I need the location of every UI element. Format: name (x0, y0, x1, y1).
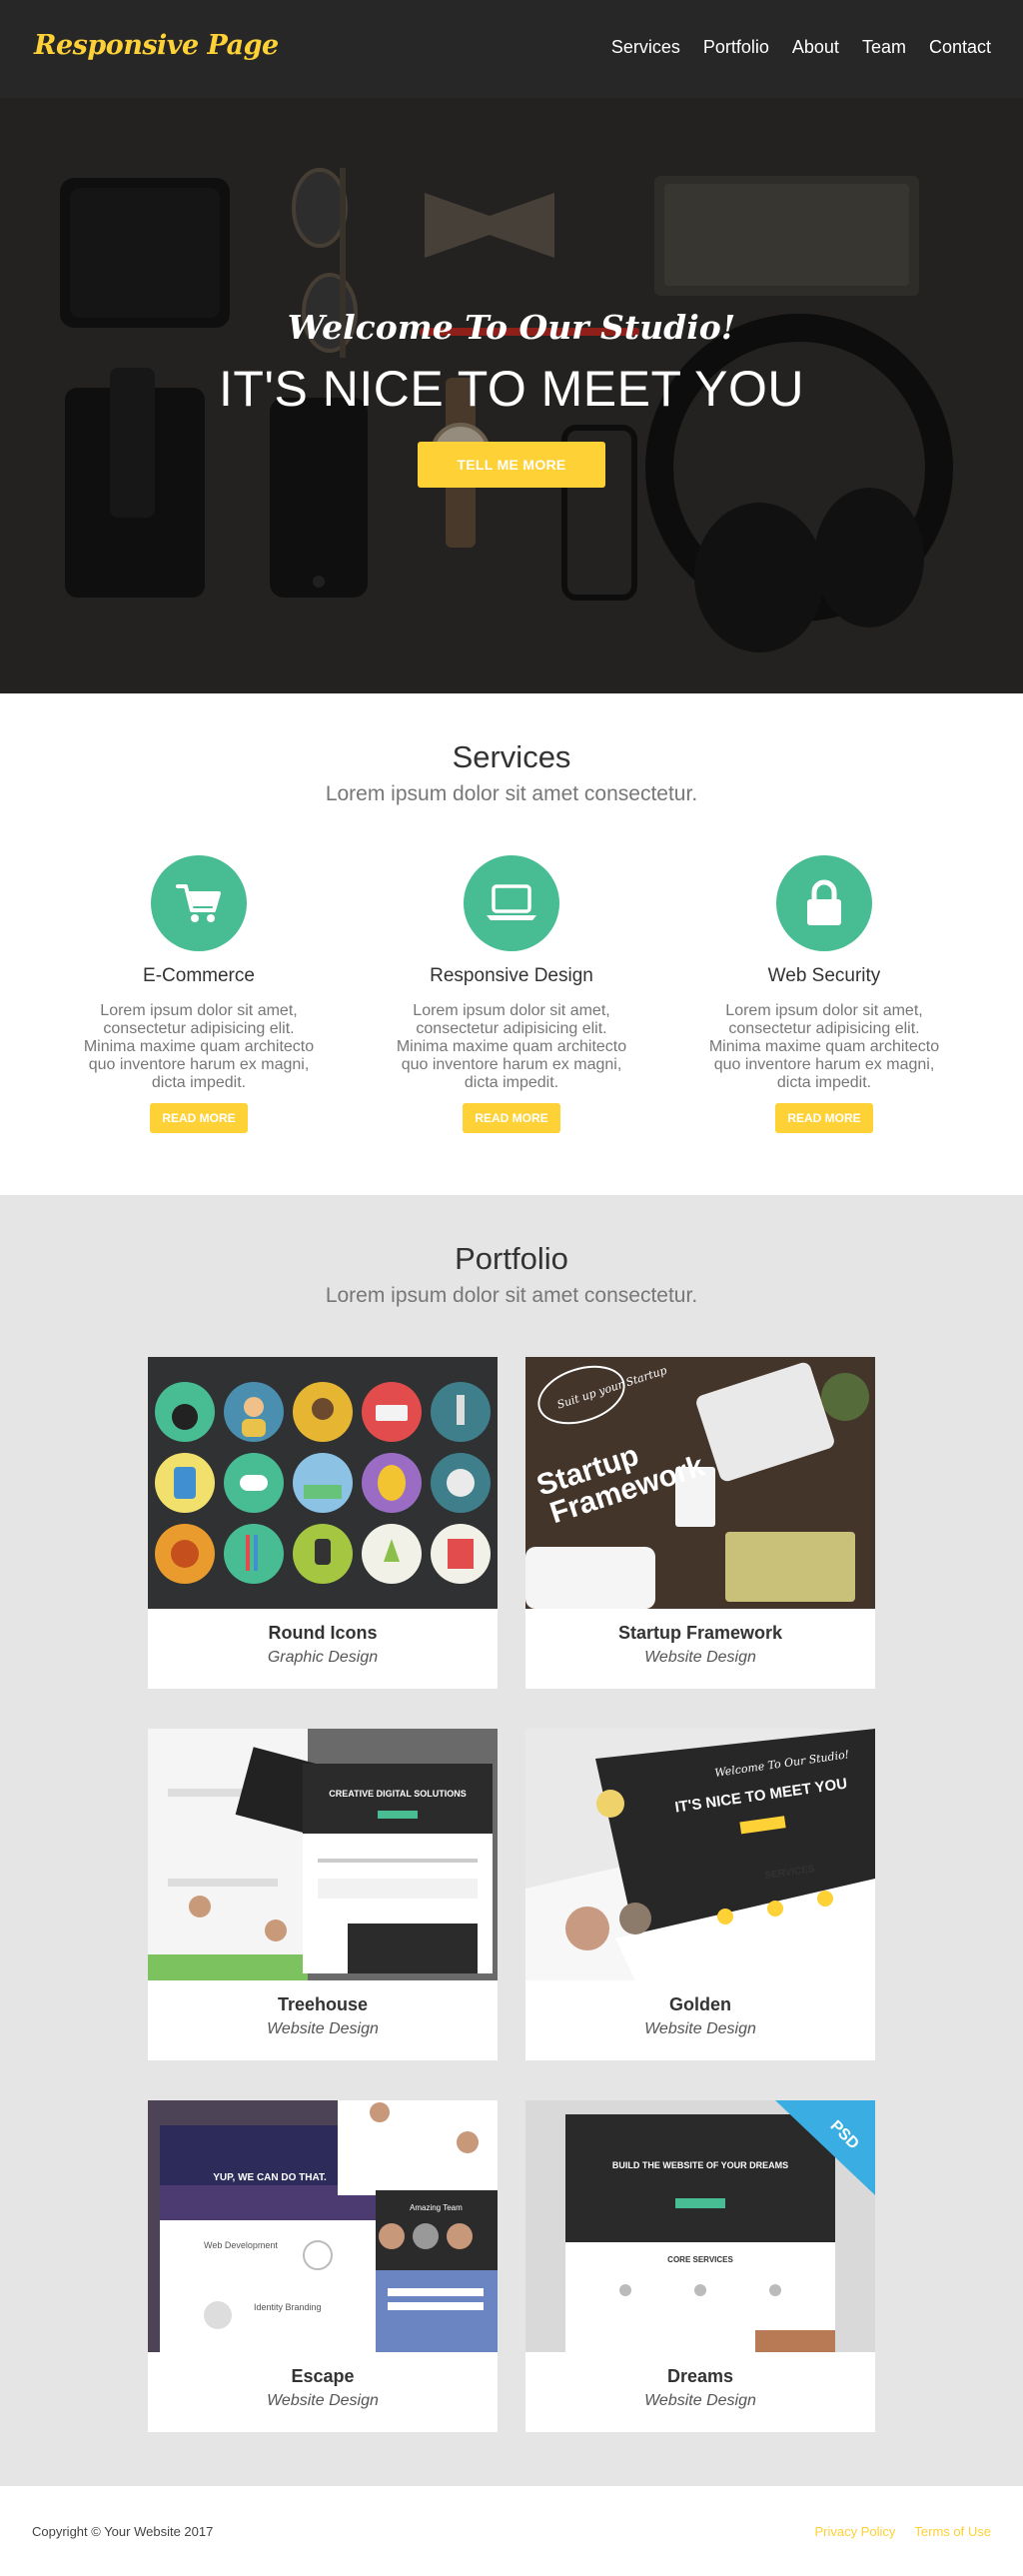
nav-menu: Services Portfolio About Team Contact (588, 37, 991, 58)
nav-link-portfolio[interactable]: Portfolio (703, 37, 769, 58)
portfolio-item-round-icons[interactable]: Round Icons Graphic Design (148, 1357, 498, 1689)
treehouse-thumbnail: CREATIVE DIGITAL SOLUTIONS (148, 1729, 498, 1980)
services-subheading: Lorem ipsum dolor sit amet consectetur. (325, 782, 698, 805)
service-text: Lorem ipsum dolor sit amet, consectetur … (83, 1002, 315, 1091)
web-security-circle (776, 855, 872, 951)
image-text: BUILD THE WEBSITE OF YOUR DREAMS (612, 2160, 788, 2170)
footer-links: Privacy Policy Terms of Use (796, 2524, 992, 2539)
responsive-design-circle (464, 855, 559, 951)
navbar: Responsive Page Services Portfolio About… (0, 0, 1023, 98)
portfolio-title: Startup Framework (617, 1623, 783, 1643)
service-responsive-design: Responsive Design Lorem ipsum dolor sit … (392, 855, 631, 1133)
service-ecommerce: E-Commerce Lorem ipsum dolor sit amet, c… (79, 855, 319, 1133)
privacy-policy-link[interactable]: Privacy Policy (815, 2524, 896, 2539)
portfolio-section: Portfolio Lorem ipsum dolor sit amet con… (0, 1195, 1023, 2486)
read-more-button[interactable]: READ MORE (775, 1103, 873, 1133)
service-text: Lorem ipsum dolor sit amet, consectetur … (708, 1002, 940, 1091)
copyright-text: Copyright © Your Website 2017 (32, 2524, 214, 2539)
portfolio-heading: Portfolio (455, 1241, 568, 1276)
portfolio-item-startup-framework[interactable]: Suit up your Startup Startup Framework S… (525, 1357, 875, 1689)
portfolio-category: Website Design (267, 2392, 379, 2409)
shopping-cart-icon (176, 884, 221, 922)
footer: Copyright © Your Website 2017 Privacy Po… (0, 2486, 1023, 2576)
portfolio-image[interactable]: CREATIVE DIGITAL SOLUTIONS (148, 1729, 498, 1980)
read-more-button[interactable]: READ MORE (463, 1103, 560, 1133)
image-team: Amazing Team (410, 2203, 463, 2212)
brand-logo[interactable]: Responsive Page (34, 30, 279, 61)
startup-framework-thumbnail: Suit up your Startup Startup Framework (525, 1357, 875, 1609)
round-icons-thumbnail (148, 1357, 498, 1609)
hero-heading: IT'S NICE TO MEET YOU (219, 361, 804, 417)
portfolio-title: Round Icons (268, 1623, 378, 1643)
terms-of-use-link[interactable]: Terms of Use (914, 2524, 991, 2539)
lock-icon (807, 879, 841, 925)
portfolio-category: Website Design (644, 2020, 756, 2037)
service-text: Lorem ipsum dolor sit amet, consectetur … (396, 1002, 627, 1091)
portfolio-item-golden[interactable]: Welcome To Our Studio! IT'S NICE TO MEET… (525, 1729, 875, 2060)
read-more-button[interactable]: READ MORE (150, 1103, 248, 1133)
portfolio-image[interactable] (148, 1357, 498, 1609)
portfolio-category: Website Design (644, 2392, 756, 2409)
portfolio-image[interactable]: Welcome To Our Studio! IT'S NICE TO MEET… (525, 1729, 875, 1980)
laptop-icon (487, 884, 536, 920)
portfolio-subheading: Lorem ipsum dolor sit amet consectetur. (325, 1284, 698, 1307)
portfolio-image[interactable]: BUILD THE WEBSITE OF YOUR DREAMS CORE SE… (525, 2100, 875, 2352)
portfolio-item-escape[interactable]: YUP, WE CAN DO THAT. Web Development Ide… (148, 2100, 498, 2432)
image-dev: Web Development (204, 2240, 278, 2250)
services-section: Services Lorem ipsum dolor sit amet cons… (0, 693, 1023, 1195)
portfolio-title: Treehouse (277, 1994, 369, 2014)
service-title: Responsive Design (430, 965, 593, 986)
dreams-thumbnail: BUILD THE WEBSITE OF YOUR DREAMS CORE SE… (525, 2100, 875, 2352)
services-heading: Services (452, 739, 571, 774)
portfolio-title: Escape (291, 2366, 355, 2386)
escape-thumbnail: YUP, WE CAN DO THAT. Web Development Ide… (148, 2100, 498, 2352)
service-title: E-Commerce (143, 965, 255, 986)
hero-subheading: Welcome To Our Studio! (287, 308, 736, 347)
portfolio-image[interactable]: YUP, WE CAN DO THAT. Web Development Ide… (148, 2100, 498, 2352)
nav-link-contact[interactable]: Contact (929, 37, 991, 58)
image-core: CORE SERVICES (667, 2255, 733, 2264)
hero-section: Welcome To Our Studio! IT'S NICE TO MEET… (0, 98, 1023, 693)
portfolio-category: Graphic Design (267, 1649, 379, 1666)
golden-thumbnail: Welcome To Our Studio! IT'S NICE TO MEET… (525, 1729, 875, 1980)
ecommerce-circle (151, 855, 247, 951)
portfolio-item-treehouse[interactable]: CREATIVE DIGITAL SOLUTIONS Treehouse Web… (148, 1729, 498, 2060)
nav-link-about[interactable]: About (792, 37, 839, 58)
portfolio-title: Dreams (666, 2366, 734, 2386)
image-text: YUP, WE CAN DO THAT. (213, 2172, 327, 2183)
image-text: CREATIVE DIGITAL SOLUTIONS (329, 1789, 467, 1799)
image-brand: Identity Branding (254, 2302, 322, 2312)
nav-link-team[interactable]: Team (862, 37, 906, 58)
portfolio-item-dreams[interactable]: BUILD THE WEBSITE OF YOUR DREAMS CORE SE… (525, 2100, 875, 2432)
service-web-security: Web Security Lorem ipsum dolor sit amet,… (704, 855, 944, 1133)
portfolio-category: Website Design (267, 2020, 379, 2037)
portfolio-image[interactable]: Suit up your Startup Startup Framework (525, 1357, 875, 1609)
portfolio-title: Golden (669, 1994, 731, 2014)
tell-me-more-button[interactable]: TELL ME MORE (418, 442, 605, 488)
nav-link-services[interactable]: Services (611, 37, 680, 58)
service-title: Web Security (767, 965, 881, 986)
portfolio-category: Website Design (644, 1649, 756, 1666)
